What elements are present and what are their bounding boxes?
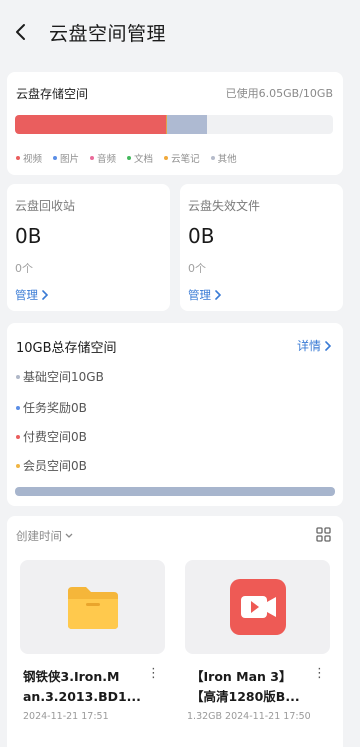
- legend-label: 云笔记: [171, 154, 200, 165]
- legend-label: 文档: [134, 154, 154, 165]
- page-title: 云盘空间管理: [49, 23, 167, 45]
- file-thumbnail-video[interactable]: [185, 560, 330, 654]
- dot-icon: [127, 156, 132, 160]
- grid-view-icon: [316, 527, 331, 542]
- legend-item: 视频: [16, 151, 42, 165]
- file-name-line: 【高清1280版B...: [191, 689, 300, 704]
- storage-usage-bar: [15, 115, 333, 134]
- details-label: 详情: [296, 339, 321, 353]
- files-card: 创建时间 钢铁侠3.Iron.M an.3.2013.BD1... ⋮ 2024…: [7, 516, 343, 747]
- recycle-bin-card[interactable]: 云盘回收站 0B 0个 管理: [7, 184, 170, 311]
- recycle-bin-count: 0个: [15, 262, 33, 275]
- manage-label: 管理: [15, 288, 38, 302]
- usage-segment-音频: [166, 115, 208, 134]
- storage-row-basic: 基础空间10GB: [16, 368, 104, 385]
- recycle-bin-size: 0B: [15, 224, 42, 248]
- storage-row-task: 任务奖励0B: [16, 399, 87, 416]
- dot-icon: [16, 405, 20, 410]
- dot-icon: [16, 374, 20, 379]
- storage-row-paid: 付费空间0B: [16, 428, 87, 445]
- legend-label: 其他: [217, 154, 237, 165]
- folder-icon: [67, 587, 118, 629]
- file-thumbnail-folder[interactable]: [20, 560, 165, 654]
- back-button[interactable]: [10, 20, 30, 44]
- invalid-files-size: 0B: [188, 224, 215, 248]
- more-options-button[interactable]: ⋮: [147, 666, 160, 681]
- file-name-line: an.3.2013.BD1...: [23, 689, 141, 704]
- file-name[interactable]: 【Iron Man 3】 【高清1280版B...: [191, 667, 316, 707]
- dot-icon: [16, 156, 20, 160]
- sort-dropdown[interactable]: 创建时间: [16, 528, 73, 544]
- file-name-line: 【Iron Man 3】: [191, 669, 292, 684]
- invalid-files-count: 0个: [188, 262, 206, 275]
- usage-segment-视频: [15, 115, 166, 134]
- invalid-files-card[interactable]: 云盘失效文件 0B 0个 管理: [180, 184, 343, 311]
- legend-item: 云笔记: [164, 151, 200, 165]
- legend-item: 文档: [127, 151, 153, 165]
- details-link[interactable]: 详情: [297, 337, 331, 354]
- grid-view-button[interactable]: [316, 527, 331, 546]
- storage-usage-card: 云盘存储空间 已使用6.05GB/10GB 视频 图片 音频 文档 云笔记 其他: [7, 72, 343, 175]
- chevron-right-icon: [325, 340, 331, 351]
- header-bar: 云盘空间管理: [0, 0, 360, 64]
- dot-icon: [16, 434, 20, 439]
- more-options-button[interactable]: ⋮: [313, 666, 326, 681]
- legend-label: 音频: [97, 154, 117, 165]
- file-name-line: 钢铁侠3.Iron.M: [23, 669, 120, 684]
- total-storage-bar: [15, 487, 335, 496]
- chevron-right-icon: [42, 290, 48, 300]
- file-meta: 1.32GB 2024-11-21 17:50: [187, 711, 311, 722]
- storage-used-text: 已使用6.05GB/10GB: [225, 87, 333, 100]
- total-storage-title: 10GB总存储空间: [16, 341, 117, 356]
- recycle-bin-manage-link[interactable]: 管理: [15, 287, 48, 303]
- row-label: 基础空间10GB: [23, 370, 104, 384]
- storage-row-member: 会员空间0B: [16, 457, 87, 474]
- row-label: 任务奖励0B: [23, 401, 87, 415]
- legend-label: 图片: [60, 154, 80, 165]
- dot-icon: [210, 156, 215, 160]
- sort-label: 创建时间: [16, 529, 62, 543]
- invalid-files-manage-link[interactable]: 管理: [188, 287, 221, 303]
- row-label: 会员空间0B: [23, 459, 87, 473]
- file-name[interactable]: 钢铁侠3.Iron.M an.3.2013.BD1...: [23, 667, 148, 707]
- storage-label: 云盘存储空间: [16, 87, 89, 101]
- dot-icon: [16, 463, 20, 468]
- legend-item: 其他: [210, 151, 237, 165]
- manage-label: 管理: [188, 288, 211, 302]
- chevron-down-icon: [65, 533, 73, 538]
- dot-icon: [164, 156, 169, 160]
- file-meta: 2024-11-21 17:51: [23, 711, 109, 722]
- video-file-icon: [229, 579, 286, 635]
- legend-label: 视频: [23, 154, 43, 165]
- legend-item: 图片: [53, 151, 79, 165]
- recycle-bin-label: 云盘回收站: [15, 199, 76, 213]
- row-label: 付费空间0B: [23, 430, 87, 444]
- invalid-files-label: 云盘失效文件: [188, 199, 261, 213]
- dot-icon: [53, 156, 58, 160]
- dot-icon: [90, 156, 95, 160]
- storage-legend: 视频 图片 音频 文档 云笔记 其他: [16, 151, 237, 165]
- chevron-right-icon: [215, 290, 221, 300]
- chevron-left-icon: [16, 24, 25, 40]
- legend-item: 音频: [90, 151, 116, 165]
- total-storage-card: 10GB总存储空间 详情 基础空间10GB 任务奖励0B 付费空间0B 会员空间…: [7, 323, 343, 506]
